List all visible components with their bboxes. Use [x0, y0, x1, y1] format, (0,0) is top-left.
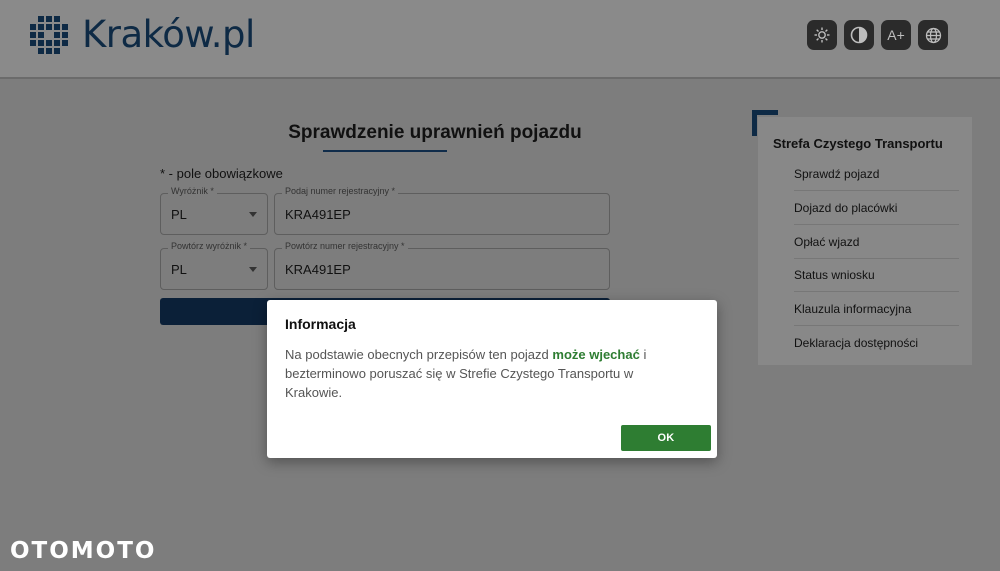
site-logo[interactable]: Kraków.pl: [30, 13, 255, 56]
language-button[interactable]: [918, 20, 948, 50]
sidebar-item-deklaracja[interactable]: Deklaracja dostępności: [794, 326, 959, 360]
chevron-down-icon: [249, 212, 257, 217]
plate-number-repeat-input[interactable]: Powtórz numer rejestracyjny * KRA491EP: [274, 241, 610, 290]
otomoto-watermark: OTOMOTO: [10, 538, 157, 564]
plate-number-repeat-value: KRA491EP: [285, 262, 351, 277]
info-dialog: Informacja Na podstawie obecnych przepis…: [267, 300, 717, 458]
sidebar-item-klauzula[interactable]: Klauzula informacyjna: [794, 292, 959, 326]
contrast-button[interactable]: [844, 20, 874, 50]
contrast-icon: [850, 26, 868, 44]
sidebar-title: Strefa Czystego Transportu: [773, 136, 943, 151]
dialog-message: Na podstawie obecnych przepisów ten poja…: [285, 345, 685, 402]
sidebar-item-status-wniosku[interactable]: Status wniosku: [794, 258, 959, 292]
page-title: Sprawdzenie uprawnień pojazdu: [288, 122, 582, 143]
chevron-down-icon: [249, 267, 257, 272]
sidebar: Strefa Czystego Transportu Sprawdź pojaz…: [758, 117, 972, 365]
country-repeat-select[interactable]: Powtórz wyróżnik * PL: [160, 241, 268, 290]
brightness-button[interactable]: [807, 20, 837, 50]
dialog-message-highlight: może wjechać: [552, 347, 640, 362]
header: Kraków.pl A+: [0, 0, 1000, 79]
logo-text: Kraków.pl: [82, 13, 255, 56]
sidebar-item-sprawdz-pojazd[interactable]: Sprawdź pojazd: [794, 157, 959, 191]
font-size-icon: A+: [887, 27, 905, 43]
ok-button[interactable]: OK: [621, 425, 711, 451]
required-note: * - pole obowiązkowe: [160, 166, 283, 181]
krakow-logo-icon: [30, 15, 68, 54]
sidebar-item-oplac-wjazd[interactable]: Opłać wjazd: [794, 225, 959, 259]
country-select-value: PL: [171, 207, 187, 222]
country-select-label: Wyróżnik *: [168, 186, 217, 196]
dialog-title: Informacja: [285, 316, 356, 332]
country-repeat-label: Powtórz wyróżnik *: [168, 241, 251, 251]
brightness-icon: [814, 27, 830, 43]
sidebar-item-dojazd[interactable]: Dojazd do placówki: [794, 191, 959, 225]
accessibility-toolbar: A+: [807, 20, 948, 50]
plate-number-input[interactable]: Podaj numer rejestracyjny * KRA491EP: [274, 186, 610, 235]
plate-number-label: Podaj numer rejestracyjny *: [282, 186, 399, 196]
dialog-message-start: Na podstawie obecnych przepisów ten poja…: [285, 347, 553, 362]
plate-number-repeat-label: Powtórz numer rejestracyjny *: [282, 241, 408, 251]
title-underline: [323, 150, 447, 152]
font-size-button[interactable]: A+: [881, 20, 911, 50]
globe-icon: [925, 27, 942, 44]
plate-number-value: KRA491EP: [285, 207, 351, 222]
country-select[interactable]: Wyróżnik * PL: [160, 186, 268, 235]
country-repeat-value: PL: [171, 262, 187, 277]
